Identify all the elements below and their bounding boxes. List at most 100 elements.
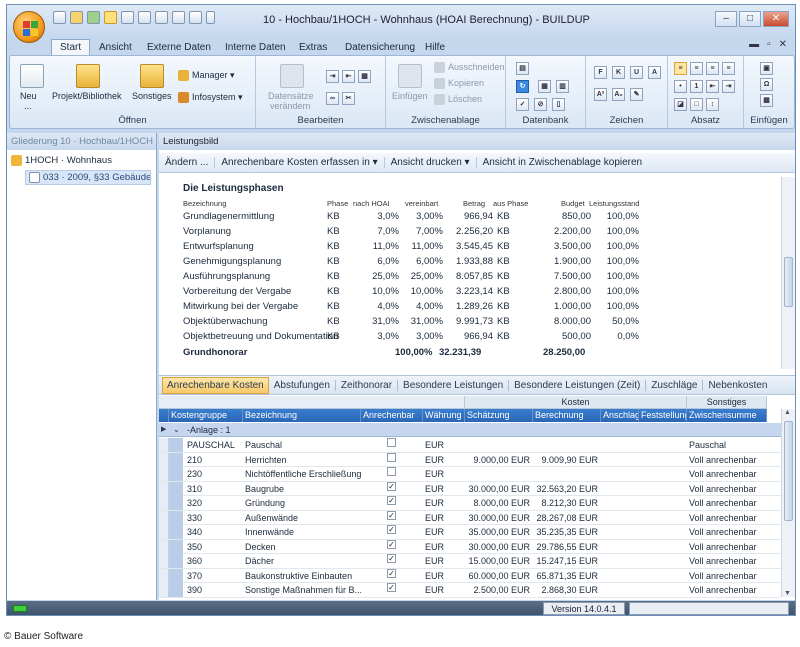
grid-cell-kg[interactable]: 350	[185, 540, 243, 554]
row-selector[interactable]	[159, 510, 169, 525]
grid-cell-sch[interactable]: 9.000,00 EUR	[465, 453, 533, 467]
tab-zeithonorar[interactable]: Zeithonorar	[336, 379, 399, 391]
anrechenbar-checkbox[interactable]: ✓	[387, 496, 396, 505]
ribbon-restore-icon[interactable]: ▫	[767, 39, 771, 50]
italic-icon[interactable]: K	[612, 66, 625, 79]
copy-view-button[interactable]: Ansicht in Zwischenablage kopieren	[477, 157, 649, 168]
import-icon[interactable]	[138, 11, 151, 24]
col-feststellung[interactable]: Feststellung	[639, 409, 687, 422]
change-button[interactable]: Ändern ...	[159, 157, 216, 168]
paste-button[interactable]: Einfügen	[392, 91, 428, 101]
grid-cell-sch[interactable]: 35.000,00 EUR	[465, 525, 533, 539]
table-icon[interactable]: ▦	[538, 80, 551, 93]
col-bezeichnung[interactable]: Bezeichnung	[243, 409, 361, 422]
grid-cell-sch[interactable]: 2.500,00 EUR	[465, 583, 533, 597]
application-menu-button[interactable]	[13, 11, 45, 43]
anrechenbar-checkbox[interactable]	[387, 438, 396, 447]
grid-cell-kg[interactable]: 390	[185, 583, 243, 597]
grid-cell-bez[interactable]: Sonstige Maßnahmen für B...	[243, 583, 361, 597]
spacing-icon[interactable]: ↕	[706, 98, 719, 111]
col-schaetzung[interactable]: Schätzung	[465, 409, 533, 422]
grid-cell-bez[interactable]: Gründung	[243, 496, 361, 510]
edit-records-button-line1[interactable]: Datensätze	[268, 91, 314, 101]
tab-externe-daten[interactable]: Externe Daten	[139, 40, 219, 55]
grid-cell-zw[interactable]: Voll anrechenbar	[687, 496, 767, 510]
table-row[interactable]: 310 Baugrube EUR 30.000,00 EUR 32.563,20 EUR…	[159, 481, 781, 496]
grid-cell-bez[interactable]: Herrichten	[243, 453, 361, 467]
grid-cell-zw[interactable]: Voll anrechenbar	[687, 554, 767, 568]
table-row[interactable]: 390 Sonstige Maßnahmen für B... EUR 2.500,0…	[159, 583, 781, 598]
grid-cell-zw[interactable]: Voll anrechenbar	[687, 583, 767, 597]
numbered-list-icon[interactable]: 1	[690, 80, 703, 93]
row-selector[interactable]	[159, 452, 169, 467]
anrechenbar-checkbox[interactable]: ✓	[387, 539, 396, 549]
table-row[interactable]: 230 Nichtöffentliche Erschließung EUR Voll …	[159, 467, 781, 482]
table-row[interactable]: 330 Außenwände EUR 30.000,00 EUR 28.267,08 E…	[159, 510, 781, 525]
table-row[interactable]: 350 Decken EUR 30.000,00 EUR 29.786,55 EUR Vo…	[159, 539, 781, 554]
project-library-button[interactable]: Projekt/Bibliothek	[52, 91, 122, 101]
grid-scrollbar-thumb[interactable]	[784, 421, 793, 521]
grid-cell-zw[interactable]: Voll anrechenbar	[687, 467, 767, 481]
subscript-icon[interactable]: A₂	[612, 88, 625, 101]
grid-cell-zw[interactable]: Voll anrechenbar	[687, 525, 767, 539]
new-file-icon[interactable]	[53, 11, 66, 24]
tab-ansicht[interactable]: Ansicht	[91, 40, 140, 55]
col-waehrung[interactable]: Währung	[423, 409, 465, 422]
grid-cell-zw[interactable]: Voll anrechenbar	[687, 453, 767, 467]
grid-cell-zw[interactable]: Voll anrechenbar	[687, 482, 767, 496]
outdent-icon[interactable]: ⇤	[342, 70, 355, 83]
insert-table-icon[interactable]: ▦	[760, 94, 773, 107]
col-anrechenbar[interactable]: Anrechenbar	[361, 409, 423, 422]
report-scrollbar-thumb[interactable]	[784, 257, 793, 307]
grid-cell-ber[interactable]: 29.786,55 EUR	[533, 540, 601, 554]
document-icon[interactable]: ▯	[552, 98, 565, 111]
customize-dropdown-icon[interactable]	[206, 11, 215, 24]
other-button[interactable]: Sonstiges	[132, 91, 172, 101]
decrease-indent-icon[interactable]: ⇤	[706, 80, 719, 93]
report-scrollbar[interactable]	[781, 177, 795, 369]
edit-pencil-icon[interactable]	[104, 11, 117, 24]
table-row[interactable]: 340 Innenwände EUR 35.000,00 EUR 35.235,35 E…	[159, 525, 781, 540]
align-center-icon[interactable]: ≡	[690, 62, 703, 75]
print-view-button[interactable]: Ansicht drucken ▾	[385, 157, 477, 168]
grid-cell-bez[interactable]: Baukonstruktive Einbauten	[243, 569, 361, 583]
grid-cell-kg[interactable]: 370	[185, 569, 243, 583]
grid-cell-wae[interactable]: EUR	[423, 540, 465, 554]
edit-records-button-line2[interactable]: verändern	[270, 101, 311, 111]
tree-root-item[interactable]: 1HOCH · Wohnhaus	[11, 155, 112, 166]
grid-cell-kg[interactable]: 320	[185, 496, 243, 510]
grid-cell-zw[interactable]: Pauschal	[687, 438, 767, 452]
grid-cell-kg[interactable]: 230	[185, 467, 243, 481]
border-icon[interactable]: □	[690, 98, 703, 111]
check-icon[interactable]: ✓	[516, 98, 529, 111]
minimize-button[interactable]: ‒	[715, 11, 737, 27]
grid-cell-sch[interactable]: 8.000,00 EUR	[465, 496, 533, 510]
row-selector[interactable]	[159, 568, 169, 583]
table-row[interactable]: 210 Herrichten EUR 9.000,00 EUR 9.009,90 EUR…	[159, 452, 781, 467]
anrechenbar-checkbox[interactable]: ✓	[387, 568, 396, 578]
grid-cell-bez[interactable]: Außenwände	[243, 511, 361, 525]
font-color-icon[interactable]: A	[648, 66, 661, 79]
justify-icon[interactable]: ≡	[722, 62, 735, 75]
row-selector[interactable]	[159, 467, 169, 481]
anrechenbar-checkbox[interactable]	[387, 467, 396, 476]
tab-extras[interactable]: Extras	[291, 40, 335, 55]
tree-child-item[interactable]: 033 · 2009, §33 Gebäude	[25, 170, 151, 186]
grid-cell-ber[interactable]: 8.212,30 EUR	[533, 496, 601, 510]
underline-icon[interactable]: U	[630, 66, 643, 79]
database-icon[interactable]: ▤	[516, 62, 529, 75]
align-left-icon[interactable]: ≡	[674, 62, 687, 75]
export-icon[interactable]	[155, 11, 168, 24]
tab-besondere-leistungen-zeit[interactable]: Besondere Leistungen (Zeit)	[509, 379, 647, 391]
grid-cell-wae[interactable]: EUR	[423, 453, 465, 467]
increase-indent-icon[interactable]: ⇥	[722, 80, 735, 93]
grid-cell-zw[interactable]: Voll anrechenbar	[687, 540, 767, 554]
grid-cell-ber[interactable]: 2.868,30 EUR	[533, 583, 601, 597]
delete-button[interactable]: Löschen	[434, 94, 482, 106]
link-icon[interactable]: ∞	[326, 92, 339, 105]
grid-cell-ber[interactable]: 35.235,35 EUR	[533, 525, 601, 539]
copy-button[interactable]: Kopieren	[434, 78, 484, 90]
grid-cell-wae[interactable]: EUR	[423, 511, 465, 525]
tab-start[interactable]: Start	[51, 39, 91, 56]
col-berechnung[interactable]: Berechnung	[533, 409, 601, 422]
